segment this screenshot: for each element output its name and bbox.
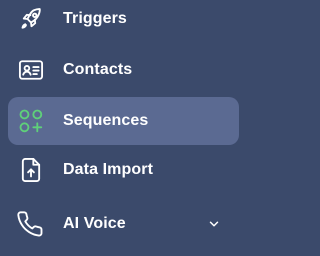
sidebar-item-ai-voice[interactable]: AI Voice [8, 200, 239, 248]
sidebar-item-contacts[interactable]: Contacts [8, 46, 239, 94]
sidebar-item-label: Triggers [63, 10, 127, 27]
file-upload-icon [17, 156, 45, 184]
sidebar-item-label: Sequences [63, 112, 149, 129]
phone-icon [17, 210, 45, 238]
sidebar-item-sequences[interactable]: Sequences [8, 97, 239, 145]
sidebar-item-data-import[interactable]: Data Import [8, 146, 239, 194]
sidebar-item-triggers[interactable]: Triggers [8, 0, 239, 43]
chevron-down-icon[interactable] [207, 217, 221, 231]
sidebar-item-label: Contacts [63, 61, 133, 78]
sidebar-item-label: Data Import [63, 161, 153, 178]
sequences-grid-plus-icon [17, 107, 45, 135]
rocket-icon [17, 5, 45, 33]
sidebar: Triggers Contacts Sequences Data Import … [0, 0, 250, 256]
sidebar-item-label: AI Voice [63, 215, 126, 232]
contact-card-icon [17, 56, 45, 84]
